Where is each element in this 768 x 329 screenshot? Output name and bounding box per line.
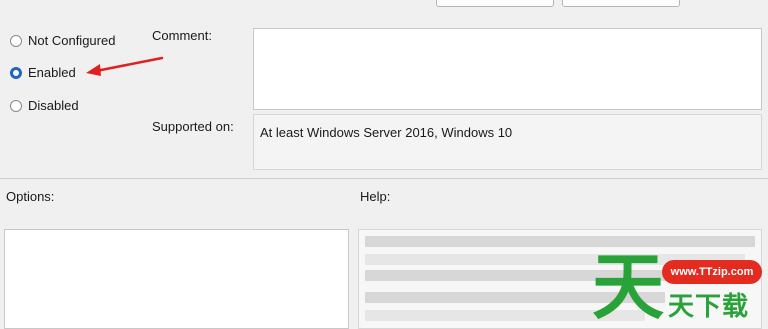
options-label: Options:	[6, 189, 55, 204]
top-button-left[interactable]	[436, 0, 554, 7]
watermark-logo: 天	[592, 248, 665, 328]
supported-on-label: Supported on:	[152, 119, 234, 134]
radio-enabled[interactable]: Enabled	[10, 65, 76, 80]
radio-disabled[interactable]: Disabled	[10, 98, 79, 113]
watermark-url: www.TTzip.com	[662, 260, 762, 284]
radio-label-disabled: Disabled	[28, 98, 79, 113]
radio-not-configured[interactable]: Not Configured	[10, 33, 115, 48]
help-label: Help:	[360, 189, 391, 204]
watermark-text: 天下载	[668, 291, 750, 321]
top-button-right[interactable]	[562, 0, 680, 7]
section-divider	[0, 178, 768, 179]
radio-circle-not-configured[interactable]	[10, 34, 22, 47]
comment-textarea[interactable]	[253, 28, 762, 110]
radio-label-not-configured: Not Configured	[28, 33, 116, 48]
supported-on-field: At least Windows Server 2016, Windows 10	[253, 114, 762, 170]
options-panel	[4, 229, 349, 329]
radio-circle-enabled[interactable]	[10, 66, 22, 79]
radio-circle-disabled[interactable]	[10, 99, 22, 112]
help-blurred-line	[365, 236, 755, 247]
comment-label: Comment:	[152, 28, 212, 43]
radio-label-enabled: Enabled	[28, 65, 76, 80]
annotation-arrow-icon	[86, 56, 164, 76]
supported-on-value: At least Windows Server 2016, Windows 10	[260, 125, 513, 140]
